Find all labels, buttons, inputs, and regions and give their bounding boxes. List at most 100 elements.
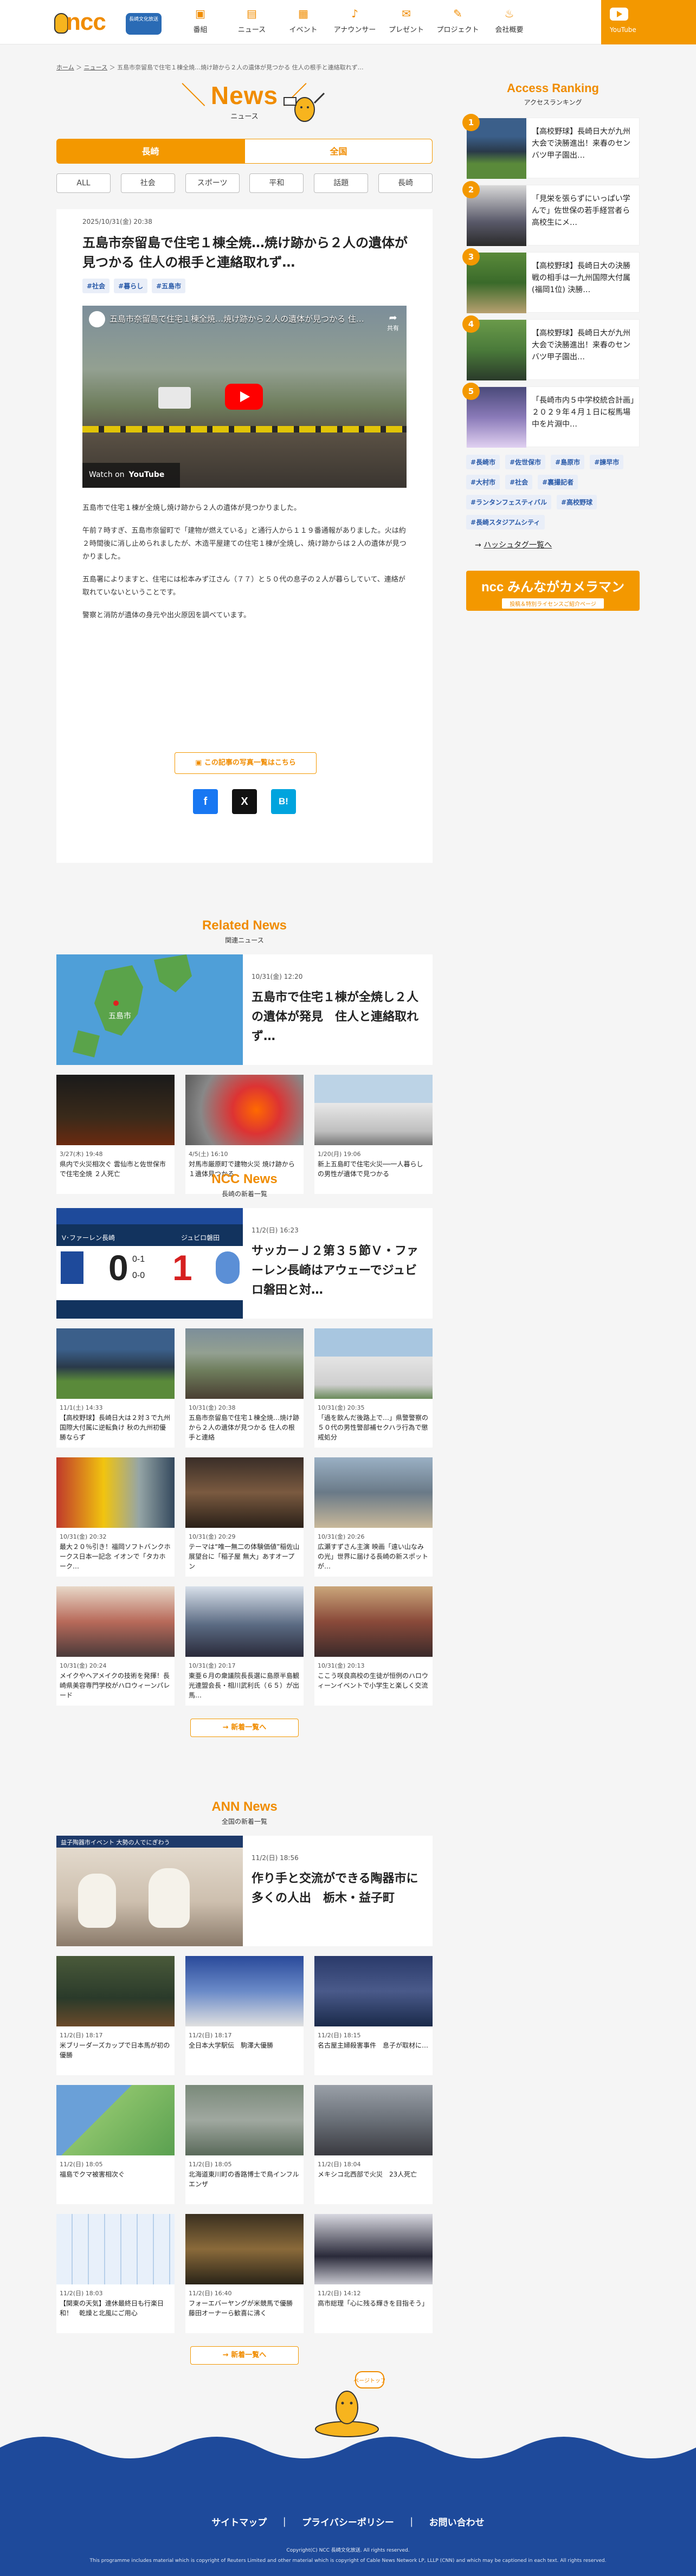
ranking-item[interactable]: 2 「見栄を張らずにいっぱい学んで」佐世保の若手経営者ら高校生にメ… bbox=[462, 181, 640, 246]
nav-item-company[interactable]: ♨ 会社概要 bbox=[484, 0, 535, 44]
news-card-image bbox=[56, 1586, 175, 1657]
category-sports[interactable]: スポーツ bbox=[185, 173, 240, 193]
category-peace[interactable]: 平和 bbox=[249, 173, 304, 193]
page-top-button[interactable]: ページトップ bbox=[309, 2370, 385, 2440]
hashtag-list-link[interactable]: → ハッシュタグ一覧へ bbox=[466, 539, 640, 550]
x-share-button[interactable]: X bbox=[232, 789, 257, 814]
nav-label: アナウンサー bbox=[333, 26, 376, 34]
nav-item-programs[interactable]: ▣ 番組 bbox=[175, 0, 226, 44]
related-feature[interactable]: 五島市 10/31(金) 12:20 五島市で住宅１棟が全焼し２人の遺体が発見 … bbox=[56, 954, 433, 1065]
card-title: 北海道東川町の香路博士で鳥インフルエンザ bbox=[189, 2171, 299, 2188]
tab-nagasaki[interactable]: 長崎 bbox=[56, 139, 244, 164]
ann-news-feature[interactable]: 益子陶器市イベント 大勢の人でにぎわう 11/2(日) 18:56 作り手と交流… bbox=[56, 1836, 433, 1946]
footer-privacy-link[interactable]: プライバシーポリシー bbox=[302, 2517, 394, 2528]
ann-news-heading-en: ANN News bbox=[211, 1799, 278, 1814]
news-card[interactable]: 11/1(土) 14:33 【高校野球】長崎日大は２対３で九州国際大付属に逆転負け… bbox=[56, 1328, 175, 1448]
news-card[interactable]: 11/2(日) 16:40 フォーエバーヤングが米競馬で優勝 藤田オーナーら歓喜に… bbox=[185, 2214, 304, 2333]
ranking-title: 「見栄を張らずにいっぱい学んで」佐世保の若手経営者ら高校生にメ… bbox=[532, 195, 630, 227]
tag-link[interactable]: #五島市 bbox=[152, 279, 186, 293]
pottery-vase bbox=[149, 1868, 190, 1928]
tag-link[interactable]: #佐世保市 bbox=[505, 455, 546, 469]
nav-item-news[interactable]: ▤ ニュース bbox=[226, 0, 278, 44]
watch-on-youtube[interactable]: Watch on YouTube bbox=[82, 463, 180, 488]
tag-link[interactable]: #社会 bbox=[82, 279, 110, 293]
card-title: メキシコ北西部で火災 23人死亡 bbox=[318, 2171, 417, 2178]
news-card[interactable]: 10/31(金) 20:24 メイクやヘアメイクの技術を発揮！長崎県美容専門学校が… bbox=[56, 1586, 175, 1706]
hatena-bookmark-button[interactable]: B! bbox=[271, 789, 296, 814]
score-team-away: ジュビロ磐田 bbox=[181, 1234, 220, 1242]
nav-item-announcers[interactable]: ♪ アナウンサー bbox=[329, 0, 381, 44]
breadcrumb-home[interactable]: ホーム bbox=[56, 64, 74, 71]
category-nagasaki[interactable]: 長崎 bbox=[378, 173, 433, 193]
tag-link[interactable]: #島原市 bbox=[551, 455, 585, 469]
news-card[interactable]: 11/2(日) 18:03 【関東の天気】連休最終日も行楽日和！ 乾燥と北風にご用… bbox=[56, 2214, 175, 2333]
ann-more-button[interactable]: → 新着一覧へ bbox=[190, 2346, 299, 2365]
tag-link[interactable]: #暮らし bbox=[114, 279, 148, 293]
photo-list-button[interactable]: ▣ この記事の写真一覧はこちら bbox=[175, 752, 317, 774]
ranking-item[interactable]: 1 【高校野球】長崎日大が九州大会で決勝進出！来春のセンバツ甲子園出… bbox=[462, 114, 640, 179]
tag-link[interactable]: #高校野球 bbox=[556, 495, 597, 509]
news-card-image bbox=[314, 1956, 433, 2026]
article: 2025/10/31(金) 20:38 五島市奈留島で住宅１棟全焼…焼け跡から２… bbox=[56, 209, 433, 863]
news-card[interactable]: 10/31(金) 20:29 テーマは“唯一無二の体験価値”稲佐山展望台に「稲子屋… bbox=[185, 1457, 304, 1577]
category-all[interactable]: ALL bbox=[56, 173, 111, 193]
gift-icon: ✉ bbox=[402, 7, 411, 20]
tag-link[interactable]: #社会 bbox=[505, 475, 533, 489]
card-title: 【関東の天気】連休最終日も行楽日和！ 乾燥と北風にご用心 bbox=[60, 2300, 164, 2317]
ranking-item[interactable]: 5 「長崎市内５中学校統合計画」２０２９年４月１日に桜馬場中を片淵中… bbox=[462, 383, 640, 448]
tag-link[interactable]: #裏撮記者 bbox=[538, 475, 578, 489]
ranking-item[interactable]: 4 【高校野球】長崎日大が九州大会で決勝進出！来春のセンバツ甲子園出… bbox=[462, 315, 640, 380]
nav-item-present[interactable]: ✉ プレゼント bbox=[381, 0, 432, 44]
footer-contact-link[interactable]: お問い合わせ bbox=[429, 2517, 485, 2528]
arrow-right-icon: → bbox=[475, 541, 484, 550]
card-title: 全日本大学駅伝 駒澤大優勝 bbox=[189, 2042, 274, 2049]
tag-link[interactable]: #諫早市 bbox=[590, 455, 624, 469]
news-card[interactable]: 10/31(金) 20:17 東亜６月の衆議院長長選に島原半島観光連盟会長・相川武… bbox=[185, 1586, 304, 1706]
ranking-item[interactable]: 3 【高校野球】長崎日大の決勝戦の相手は一九州国際大付属(福岡1位) 決勝… bbox=[462, 248, 640, 313]
news-card[interactable]: 11/2(日) 18:15 名古屋主婦殺害事件 息子が取材に… bbox=[314, 1956, 433, 2075]
share-icon: ➦ bbox=[389, 312, 397, 324]
nav-item-project[interactable]: ✎ プロジェクト bbox=[432, 0, 484, 44]
news-card[interactable]: 10/31(金) 20:32 最大２０％引き！福岡ソフトバンクホークス日本一記念 … bbox=[56, 1457, 175, 1577]
youtube-button[interactable]: YouTube bbox=[601, 0, 696, 44]
news-card[interactable]: 10/31(金) 20:35 「過を飲んだ後路上で…」県警警察の５０代の男性警部補… bbox=[314, 1328, 433, 1448]
tag-link[interactable]: #ランタンフェスティバル bbox=[466, 495, 551, 509]
news-card[interactable]: 10/31(金) 20:38 五島市奈留島で住宅１棟全焼…焼け跡から２人の遺体が見… bbox=[185, 1328, 304, 1448]
facebook-share-button[interactable]: f bbox=[193, 789, 218, 814]
related-heading: Related News 関連ニュース bbox=[56, 918, 433, 945]
category-society[interactable]: 社会 bbox=[120, 173, 175, 193]
nav-item-events[interactable]: ▦ イベント bbox=[278, 0, 329, 44]
logo-text: ncc bbox=[66, 9, 106, 35]
play-icon[interactable] bbox=[225, 384, 263, 410]
nav-label: ニュース bbox=[237, 26, 266, 34]
citizen-camera-banner[interactable]: ncc みんながカメラマン 投稿＆特別ライセンスご紹介ページ bbox=[466, 571, 640, 611]
news-card[interactable]: 11/2(日) 18:05 北海道東川町の香路博士で鳥インフルエンザ bbox=[185, 2085, 304, 2204]
footer-sitemap-link[interactable]: サイトマップ bbox=[211, 2517, 267, 2528]
news-card[interactable]: 10/31(金) 20:13 ここう咲良高校の生徒が恒例のハロウィーンイベントで小… bbox=[314, 1586, 433, 1706]
card-date: 11/2(日) 18:04 bbox=[318, 2161, 361, 2168]
news-card[interactable]: 11/2(日) 18:05 福島でクマ被害相次ぐ bbox=[56, 2085, 175, 2204]
card-date: 11/2(日) 16:40 bbox=[189, 2290, 232, 2297]
tag-link[interactable]: #長崎市 bbox=[466, 455, 500, 469]
breadcrumb-news[interactable]: ニュース bbox=[84, 64, 107, 71]
news-card[interactable]: 11/2(日) 18:04 メキシコ北西部で火災 23人死亡 bbox=[314, 2085, 433, 2204]
ranking-title: 【高校野球】長崎日大が九州大会で決勝進出！来春のセンバツ甲子園出… bbox=[532, 127, 630, 160]
news-card[interactable]: 11/2(日) 18:17 米ブリーダーズカップで日本馬が初の優勝 bbox=[56, 1956, 175, 2075]
tag-link[interactable]: #長崎スタジアムシティ bbox=[466, 515, 545, 530]
footer-links: サイトマップ ｜ プライバシーポリシー ｜ お問い合わせ bbox=[0, 2515, 696, 2528]
tab-national[interactable]: 全国 bbox=[244, 139, 433, 164]
video-share-button[interactable]: ➦ 共有 bbox=[387, 312, 399, 332]
tag-link[interactable]: #大村市 bbox=[466, 475, 500, 489]
news-card[interactable]: 10/31(金) 20:26 広瀬すずさん主演 映画「遠い山なみの光」世界に届ける… bbox=[314, 1457, 433, 1577]
news-card[interactable]: 11/2(日) 18:17 全日本大学駅伝 駒澤大優勝 bbox=[185, 1956, 304, 2075]
category-filter: ALL 社会 スポーツ 平和 話題 長崎 bbox=[56, 173, 433, 193]
site-logo[interactable]: ncc 長崎文化放送 bbox=[54, 8, 163, 38]
ncc-more-button[interactable]: → 新着一覧へ bbox=[190, 1719, 299, 1737]
news-card[interactable]: 11/2(日) 14:12 高市総理「心に残る輝きを目指そう」 bbox=[314, 2214, 433, 2333]
card-title: テーマは“唯一無二の体験価値”稲佐山展望台に「稲子屋 無大」あすオープン bbox=[189, 1543, 300, 1570]
ncc-news-feature[interactable]: V･ファーレン長崎 ジュビロ磐田 0 0-1 0-0 1 11/2(日) 16:… bbox=[56, 1208, 433, 1319]
category-topics[interactable]: 話題 bbox=[314, 173, 369, 193]
video-player[interactable]: 五島市奈留島で住宅１棟全焼…焼け跡から２人の遺体が見つかる 住… ➦ 共有 Wat… bbox=[82, 306, 407, 488]
article-paragraph: 五島市で住宅１棟が全焼し焼け跡から２人の遺体が見つかりました。 bbox=[82, 504, 301, 512]
photo-list-label: この記事の写真一覧はこちら bbox=[204, 759, 296, 767]
